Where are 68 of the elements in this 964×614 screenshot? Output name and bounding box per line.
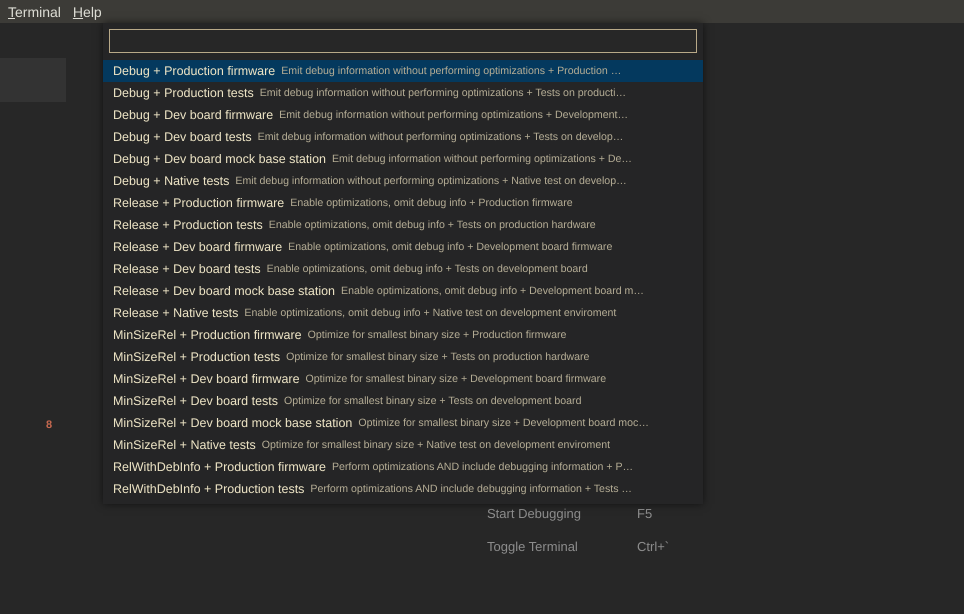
- item-label: Release + Production tests: [113, 218, 263, 232]
- quick-pick-item[interactable]: Release + Dev board firmware Enable optimizations, omit debug info + Development board firmware: [103, 236, 703, 258]
- quick-pick-item[interactable]: MinSizeRel + Native tests Optimize for smallest binary size + Native test on development enviroment: [103, 434, 703, 456]
- item-label: Debug + Production tests: [113, 86, 254, 100]
- item-description: Optimize for smallest binary size + Native test on development enviroment: [262, 439, 610, 451]
- item-label: Release + Dev board mock base station: [113, 284, 335, 298]
- item-description: Emit debug information without performing optimizations + Development…: [279, 109, 628, 121]
- item-description: Perform optimizations AND include debugging information + P…: [332, 461, 634, 473]
- item-description: Emit debug information without performing optimizations + Tests on develop…: [258, 131, 624, 143]
- quick-pick-item[interactable]: RelWithDebInfo + Production firmware Perform optimizations AND include debugging information + P…: [103, 456, 703, 478]
- item-description: Enable optimizations, omit debug info + Tests on development board: [266, 263, 588, 275]
- quick-pick-item[interactable]: Debug + Production firmware Emit debug information without performing optimizations + Production …: [103, 60, 703, 82]
- item-label: Debug + Dev board tests: [113, 130, 252, 144]
- item-description: Enable optimizations, omit debug info + Development board m…: [341, 285, 644, 297]
- quick-pick-item[interactable]: Release + Production tests Enable optimizations, omit debug info + Tests on production hardware: [103, 214, 703, 236]
- quick-pick-item[interactable]: MinSizeRel + Dev board tests Optimize for smallest binary size + Tests on development board: [103, 390, 703, 412]
- quick-pick-item[interactable]: RelWithDebInfo + Production tests Perform optimizations AND include debugging information + Tests …: [103, 478, 703, 500]
- item-label: Release + Dev board firmware: [113, 240, 282, 254]
- item-description: Perform optimizations AND include debugging information + Tests …: [310, 483, 632, 495]
- quick-pick-item[interactable]: Release + Dev board tests Enable optimizations, omit debug info + Tests on development board: [103, 258, 703, 280]
- quick-pick-item[interactable]: MinSizeRel + Dev board mock base station Optimize for smallest binary size + Development board moc…: [103, 412, 703, 434]
- item-description: Enable optimizations, omit debug info + Production firmware: [290, 197, 573, 209]
- quick-pick-item[interactable]: Debug + Dev board firmware Emit debug information without performing optimizations + Development…: [103, 104, 703, 126]
- item-label: MinSizeRel + Dev board mock base station: [113, 416, 352, 430]
- menu-item[interactable]: Terminal: [8, 4, 61, 20]
- item-label: Release + Native tests: [113, 306, 238, 320]
- quick-pick-item[interactable]: Release + Native tests Enable optimizations, omit debug info + Native test on development enviroment: [103, 302, 703, 324]
- item-description: Optimize for smallest binary size + Development board firmware: [306, 373, 606, 385]
- shortcut-label: Toggle Terminal: [487, 539, 579, 554]
- item-description: Emit debug information without performing optimizations + Native test on develop…: [235, 175, 627, 187]
- shortcut-label: Start Debugging: [487, 506, 582, 521]
- item-description: Enable optimizations, omit debug info + Tests on production hardware: [268, 219, 596, 231]
- quick-pick-item[interactable]: MinSizeRel + Production tests Optimize for smallest binary size + Tests on production hardware: [103, 346, 703, 368]
- item-description: Optimize for smallest binary size + Production firmware: [308, 329, 566, 341]
- item-description: Emit debug information without performing optimizations + Tests on producti…: [260, 87, 626, 99]
- item-label: MinSizeRel + Production tests: [113, 350, 280, 364]
- line-marker: 8: [46, 419, 54, 431]
- shortcut-keys: F5: [637, 506, 652, 521]
- input-field[interactable]: [109, 29, 697, 53]
- menu-item[interactable]: Help: [72, 4, 102, 20]
- quick-pick-item[interactable]: Debug + Dev board mock base station Emit debug information without performing optimizations + De…: [103, 148, 703, 170]
- quick-pick-item[interactable]: Release + Production firmware Enable optimizations, omit debug info + Production firmware: [103, 192, 703, 214]
- item-label: Release + Production firmware: [113, 196, 284, 210]
- item-label: Debug + Production firmware: [113, 64, 276, 78]
- item-description: Optimize for smallest binary size + Tests on production hardware: [286, 351, 590, 363]
- quick-pick-item[interactable]: MinSizeRel + Production firmware Optimize for smallest binary size + Production firmware: [103, 324, 703, 346]
- quick-pick-item[interactable]: Debug + Dev board tests Emit debug information without performing optimizations + Tests on develop…: [103, 126, 703, 148]
- item-description: Optimize for smallest binary size + Development board moc…: [358, 417, 649, 429]
- item-label: RelWithDebInfo + Production firmware: [113, 460, 326, 474]
- item-label: Debug + Dev board mock base station: [113, 152, 326, 166]
- item-description: Enable optimizations, omit debug info + Native test on development enviroment: [244, 307, 616, 319]
- item-description: Emit debug information without performing optimizations + De…: [332, 153, 632, 165]
- item-label: MinSizeRel + Dev board firmware: [113, 372, 300, 386]
- item-description: Emit debug information without performing optimizations + Production …: [281, 65, 622, 77]
- item-label: Debug + Dev board firmware: [113, 108, 274, 122]
- item-label: RelWithDebInfo + Production tests: [113, 482, 304, 496]
- item-label: Debug + Native tests: [113, 174, 230, 188]
- quick-pick-item[interactable]: Release + Dev board mock base station Enable optimizations, omit debug info + Development board m…: [103, 280, 703, 302]
- item-description: Enable optimizations, omit debug info + Development board firmware: [288, 241, 612, 253]
- quick-pick-item[interactable]: Debug + Production tests Emit debug information without performing optimizations + Tests on producti…: [103, 82, 703, 104]
- item-label: MinSizeRel + Native tests: [113, 438, 256, 452]
- quick-pick-item[interactable]: MinSizeRel + Dev board firmware Optimize for smallest binary size + Development board firmware: [103, 368, 703, 390]
- item-label: Release + Dev board tests: [113, 262, 261, 276]
- shortcut-keys: Ctrl+`: [637, 539, 670, 554]
- item-label: MinSizeRel + Production firmware: [113, 328, 302, 342]
- item-description: Optimize for smallest binary size + Tests on development board: [284, 395, 582, 407]
- quick-pick-item[interactable]: Debug + Native tests Emit debug information without performing optimizations + Native test on develop…: [103, 170, 703, 192]
- item-label: MinSizeRel + Dev board tests: [113, 394, 278, 408]
